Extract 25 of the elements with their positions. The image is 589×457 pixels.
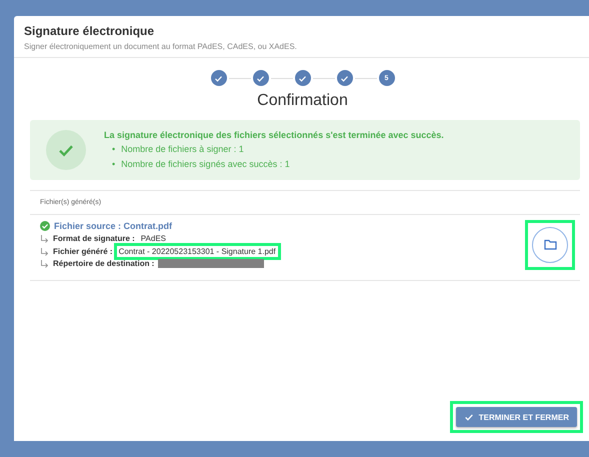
step-title: Confirmation [256, 92, 349, 110]
check-icon [464, 412, 474, 422]
bullet: • [112, 158, 116, 170]
alert-item: Nombre de fichiers signés avec succès : 1 [121, 158, 290, 170]
detail-label: Fichier généré : [53, 247, 113, 256]
detail-label: Répertoire de destination : [53, 259, 154, 268]
check-icon [298, 74, 307, 82]
detail-label: Format de signature : [53, 234, 135, 243]
alert-item: Nombre de fichiers à signer : 1 [121, 143, 244, 155]
check-icon [214, 74, 223, 82]
check-icon [256, 74, 265, 82]
open-folder-button[interactable] [532, 226, 568, 262]
bullet: • [112, 143, 116, 155]
check-icon [340, 74, 349, 82]
source-file-link[interactable]: Fichier source : Contrat.pdf [54, 221, 172, 231]
success-check-icon [40, 221, 50, 231]
dialog-title: Signature électronique [24, 24, 156, 38]
folder-icon [544, 239, 556, 250]
alert-message: La signature électronique des fichiers sélectionnés s'est terminée avec succès. [104, 130, 444, 140]
return-arrow-icon [40, 260, 49, 268]
return-arrow-icon [40, 234, 49, 242]
return-arrow-icon [40, 248, 49, 256]
dialog-subtitle: Signer électroniquement un document au format PAdES, CAdES, ou XAdES. [24, 42, 298, 51]
detail-value: PAdES [140, 233, 167, 245]
finish-button[interactable]: TERMINER ET FERMER [456, 407, 577, 427]
